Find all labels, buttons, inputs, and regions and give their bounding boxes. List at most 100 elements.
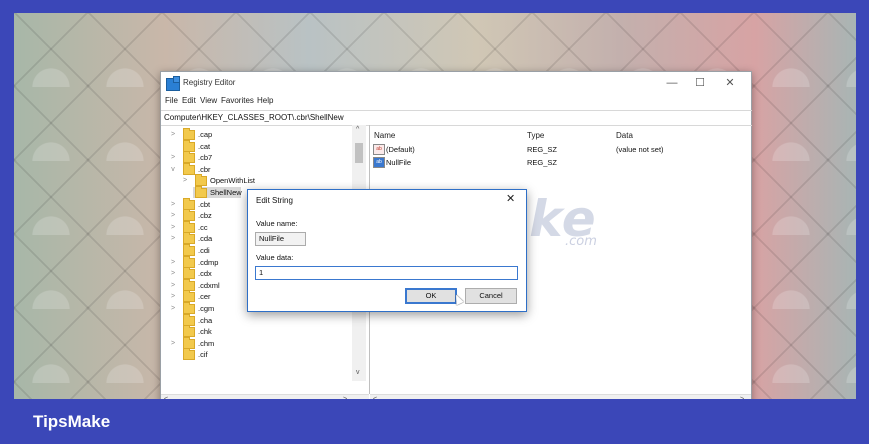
registry-editor-icon (166, 76, 180, 91)
tree-item-label: .cap (198, 130, 213, 139)
tree-item-label: .chm (198, 338, 215, 348)
tree-item-label: .cer (198, 292, 211, 302)
expand-chevron-icon[interactable]: > (169, 291, 177, 302)
tree-item[interactable]: > .chm (161, 336, 351, 349)
menu-favorites[interactable]: Favorites (221, 96, 254, 105)
window-title: Registry Editor (183, 78, 236, 87)
tree-item[interactable]: .cat (161, 139, 351, 152)
expand-chevron-icon[interactable]: > (169, 222, 177, 233)
folder-icon (183, 197, 195, 210)
tree-item-label: .cbz (198, 211, 212, 221)
footer-brand: TipsMake (33, 412, 111, 431)
folder-icon (195, 186, 207, 198)
expand-chevron-icon[interactable]: > (181, 175, 189, 186)
tree-item-label: ShellNew (210, 188, 242, 197)
close-button[interactable]: ✕ (719, 75, 741, 91)
tree-item-label: .cbt (198, 199, 211, 209)
menu-help[interactable]: Help (257, 96, 273, 105)
folder-icon (183, 290, 195, 303)
tree-item[interactable]: .chk (161, 325, 351, 338)
tree-item-label: .cc (198, 222, 208, 232)
folder-icon (183, 267, 195, 280)
value-name-label: Value name: (256, 219, 298, 228)
collapse-chevron-icon[interactable]: v (169, 164, 177, 175)
tree-item-label: .cdxml (198, 280, 220, 290)
folder-icon (183, 336, 195, 349)
expand-chevron-icon[interactable]: > (169, 129, 177, 140)
folder-icon (183, 151, 195, 164)
tree-item-label: .cb7 (198, 153, 213, 163)
menu-view[interactable]: View (200, 96, 217, 105)
scroll-down-icon[interactable]: v (356, 369, 360, 376)
row-name: NullFile (386, 158, 412, 167)
tree-item[interactable]: ShellNew (193, 186, 242, 198)
tree-item-label: OpenWithList (210, 176, 256, 186)
folder-icon (183, 232, 195, 245)
expand-chevron-icon[interactable]: > (169, 338, 177, 349)
tree-item-label: .cdi (198, 246, 210, 255)
row-name: (Default) (386, 145, 415, 154)
ok-button[interactable]: OK (405, 288, 457, 304)
folder-icon (183, 139, 195, 152)
folder-icon (183, 348, 195, 361)
folder-icon (183, 244, 195, 256)
folder-icon (183, 313, 195, 326)
expand-chevron-icon[interactable]: > (169, 199, 177, 210)
tree-item-label: .cha (198, 315, 213, 325)
tree-item[interactable]: v .cbr (161, 162, 351, 175)
folder-icon (183, 255, 195, 268)
maximize-button[interactable]: ☐ (689, 75, 711, 91)
value-data-label: Value data: (256, 253, 294, 262)
expand-chevron-icon[interactable]: > (169, 280, 177, 291)
string-value-icon: ab (373, 157, 385, 168)
folder-icon (183, 325, 195, 338)
tree-item[interactable]: > .cap (161, 128, 351, 140)
cancel-button[interactable]: Cancel (465, 288, 517, 304)
folder-icon (183, 278, 195, 291)
tree-item-label: .cif (198, 350, 208, 360)
menu-bar: File Edit View Favorites Help (161, 94, 751, 110)
dialog-close-button[interactable]: ✕ (506, 192, 515, 205)
expand-chevron-icon[interactable]: > (169, 303, 177, 314)
expand-chevron-icon[interactable]: > (169, 210, 177, 221)
tree-item-label: .cgm (198, 304, 215, 313)
folder-icon (183, 220, 195, 233)
row-type: REG_SZ (527, 158, 558, 167)
tree-item-label: .cbr (198, 164, 211, 174)
tree-item[interactable]: > OpenWithList (161, 174, 351, 187)
tree-item[interactable]: .cif (161, 348, 351, 361)
footer-bar: TipsMake (0, 399, 869, 444)
tree-item-label: .cat (198, 141, 211, 151)
expand-chevron-icon[interactable]: > (169, 152, 177, 163)
tree-item[interactable]: .cha (161, 313, 351, 326)
column-data[interactable]: Data (616, 131, 633, 140)
menu-file[interactable]: File (165, 96, 178, 105)
minimize-button[interactable]: — (661, 75, 683, 91)
tree-item[interactable]: > .cb7 (161, 151, 351, 164)
folder-icon (183, 209, 195, 222)
expand-chevron-icon[interactable]: > (169, 257, 177, 268)
address-bar[interactable]: Computer\HKEY_CLASSES_ROOT\.cbr\ShellNew (161, 110, 752, 126)
tree-scroll-thumb[interactable] (355, 143, 363, 163)
string-value-icon: ab (373, 144, 385, 155)
column-type[interactable]: Type (527, 131, 544, 140)
folder-icon (183, 128, 195, 140)
scroll-up-icon[interactable]: ^ (356, 126, 359, 133)
tree-item-label: .chk (198, 327, 212, 337)
row-data: (value not set) (616, 145, 664, 154)
expand-chevron-icon[interactable]: > (169, 268, 177, 279)
value-name-field: NullFile (255, 232, 306, 246)
row-type: REG_SZ (527, 145, 558, 154)
folder-icon (183, 162, 195, 175)
tree-item-label: .cdmp (198, 257, 219, 267)
expand-chevron-icon[interactable]: > (169, 233, 177, 244)
watermark-domain: .com (565, 234, 597, 249)
tree-item-label: .cdx (198, 269, 212, 279)
title-bar[interactable]: Registry Editor — ☐ ✕ (161, 72, 751, 94)
column-name[interactable]: Name (374, 131, 395, 140)
dialog-title: Edit String (256, 196, 293, 205)
edit-string-dialog: Edit String ✕ Value name: NullFile Value… (247, 189, 527, 312)
menu-edit[interactable]: Edit (182, 96, 196, 105)
tree-item-label: .cda (198, 234, 213, 244)
value-data-input[interactable]: 1 (255, 266, 518, 280)
